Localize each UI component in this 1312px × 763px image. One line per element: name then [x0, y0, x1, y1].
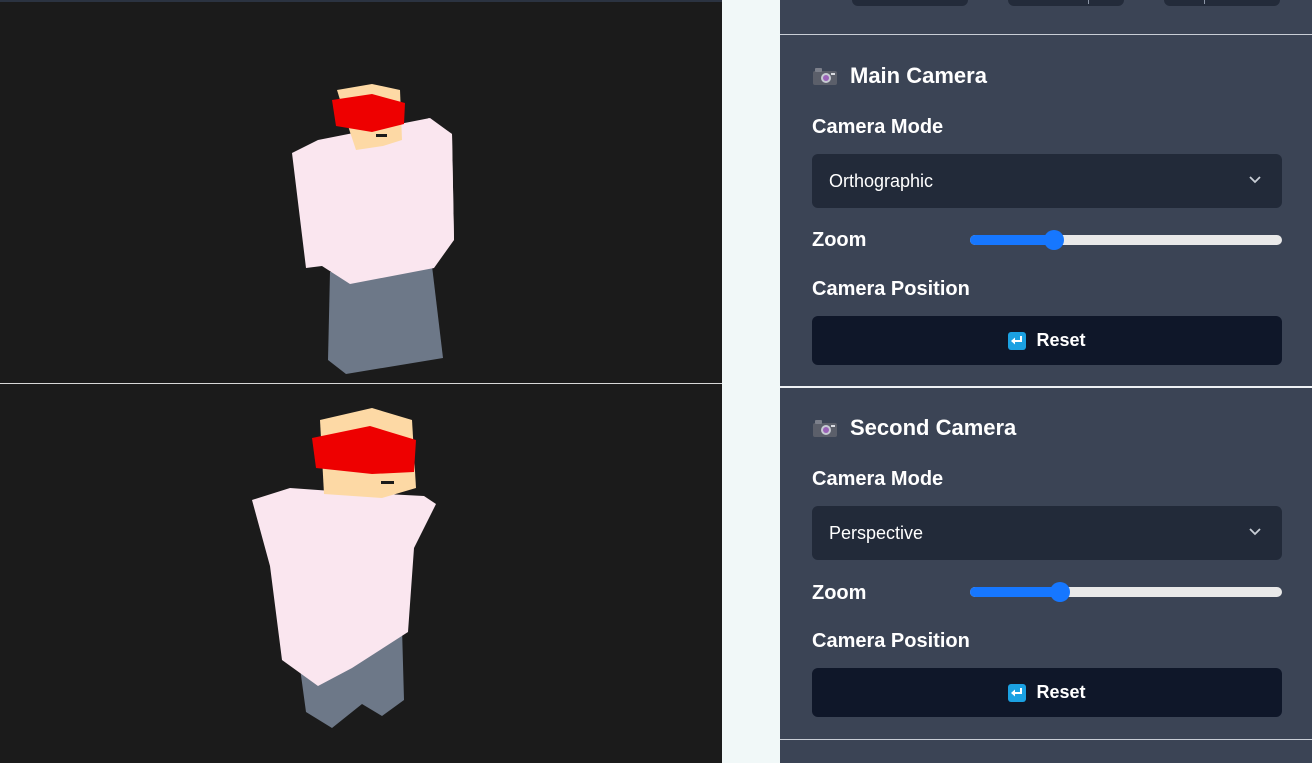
- chevron-down-icon: [1249, 528, 1261, 536]
- return-arrow-icon: [1008, 331, 1027, 350]
- reset-camera-button[interactable]: Reset: [812, 316, 1282, 365]
- layout-gutter: [722, 0, 780, 763]
- zoom-slider[interactable]: [970, 230, 1282, 250]
- cut-off-control[interactable]: [852, 0, 968, 6]
- section-divider: [780, 34, 1312, 35]
- camera-settings-panel: Main Camera Camera Mode Orthographic Zoo…: [780, 0, 1312, 763]
- camera-position-label: Camera Position: [812, 630, 970, 652]
- camera-position-label: Camera Position: [812, 278, 970, 300]
- camera-mode-label: Camera Mode: [812, 116, 944, 138]
- zoom-slider[interactable]: [970, 582, 1282, 602]
- character-model-main: [292, 84, 454, 374]
- camera-mode-label: Camera Mode: [812, 468, 944, 490]
- zoom-slider-fill: [970, 587, 1060, 597]
- camera-icon: [812, 418, 838, 438]
- second-camera-viewport[interactable]: [0, 384, 722, 763]
- zoom-slider-thumb[interactable]: [1044, 230, 1064, 250]
- previous-section-remnant: [780, 0, 1312, 34]
- cut-off-control[interactable]: [1164, 0, 1280, 6]
- zoom-label: Zoom: [812, 582, 867, 604]
- second-camera-title: Second Camera: [812, 412, 1016, 444]
- return-arrow-icon: [1008, 683, 1027, 702]
- section-divider: [780, 739, 1312, 740]
- reset-label: Reset: [1036, 330, 1086, 350]
- zoom-slider-fill: [970, 235, 1054, 245]
- camera-mode-select[interactable]: Perspective: [812, 506, 1282, 560]
- section-divider: [780, 386, 1312, 388]
- camera-mode-value: Perspective: [829, 522, 924, 543]
- camera-mode-select[interactable]: Orthographic: [812, 154, 1282, 208]
- chevron-down-icon: [1249, 176, 1261, 184]
- main-camera-title: Main Camera: [812, 60, 987, 92]
- zoom-slider-thumb[interactable]: [1050, 582, 1070, 602]
- character-model-second: [252, 408, 436, 728]
- camera-icon: [812, 66, 838, 86]
- camera-mode-value: Orthographic: [829, 170, 934, 191]
- reset-label: Reset: [1036, 682, 1086, 702]
- cut-off-control[interactable]: [1008, 0, 1124, 6]
- zoom-label: Zoom: [812, 229, 867, 251]
- main-camera-viewport[interactable]: [0, 0, 722, 383]
- reset-camera-button[interactable]: Reset: [812, 668, 1282, 717]
